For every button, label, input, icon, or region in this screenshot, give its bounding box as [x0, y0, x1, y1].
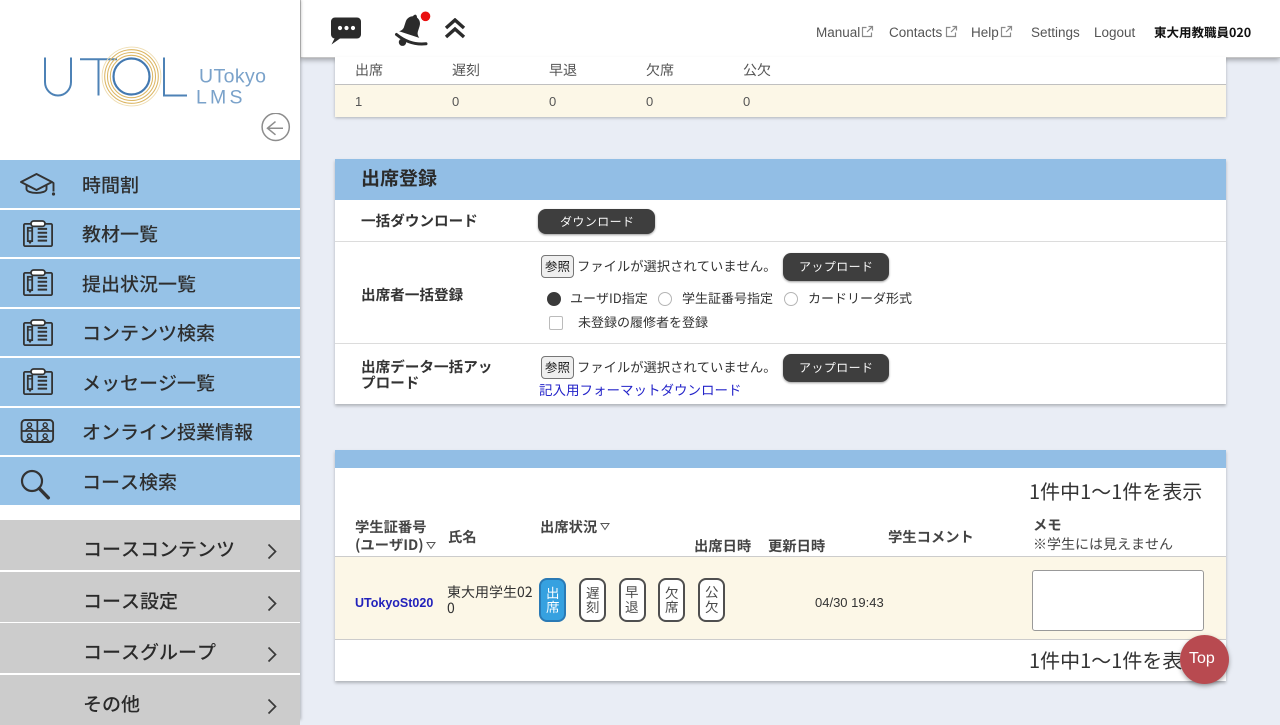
svg-text:LMS: LMS: [196, 87, 246, 109]
svg-text:UTokyo: UTokyo: [199, 66, 266, 88]
